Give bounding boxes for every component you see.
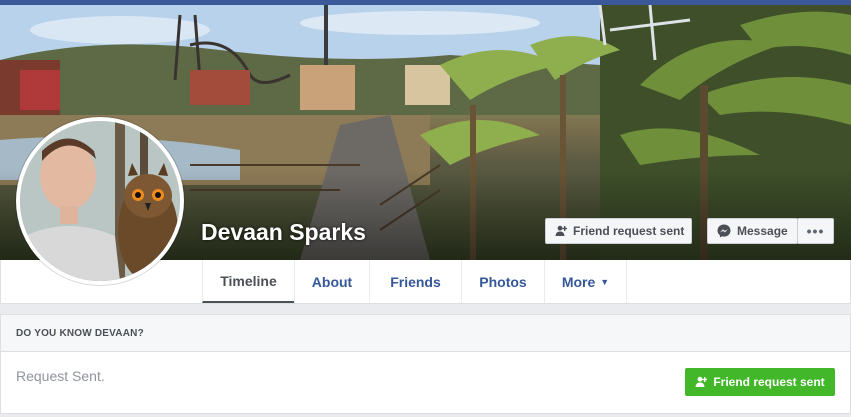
- tab-friends[interactable]: Friends: [369, 260, 461, 303]
- avatar-photo: [20, 121, 180, 281]
- card-header: DO YOU KNOW DEVAAN?: [1, 315, 850, 352]
- request-status-text: Request Sent.: [16, 368, 105, 384]
- tab-more[interactable]: More ▼: [544, 260, 627, 303]
- tab-more-label: More: [561, 273, 596, 290]
- person-add-icon: [555, 225, 567, 237]
- friend-request-sent-label: Friend request sent: [573, 224, 685, 238]
- card-body: Request Sent. Friend request sent: [1, 352, 850, 414]
- do-you-know-card: DO YOU KNOW DEVAAN? Request Sent. Friend…: [0, 314, 851, 414]
- profile-picture[interactable]: [16, 117, 184, 285]
- friend-request-sent-button[interactable]: Friend request sent: [545, 218, 692, 244]
- avatar: [20, 121, 180, 281]
- tab-about[interactable]: About: [294, 260, 369, 303]
- more-options-button[interactable]: •••: [797, 218, 834, 244]
- person-add-icon: [695, 376, 708, 388]
- profile-name[interactable]: Devaan Sparks: [201, 219, 366, 246]
- friend-request-sent-green-button[interactable]: Friend request sent: [685, 368, 835, 396]
- green-button-label: Friend request sent: [713, 375, 825, 389]
- message-label: Message: [737, 224, 788, 238]
- messenger-icon: [717, 224, 731, 238]
- caret-down-icon: ▼: [600, 276, 610, 287]
- tab-photos[interactable]: Photos: [461, 260, 544, 303]
- message-button[interactable]: Message: [707, 218, 798, 244]
- tab-timeline[interactable]: Timeline: [202, 260, 294, 303]
- profile-tabs: Timeline About Friends Photos More ▼: [202, 260, 627, 303]
- ellipsis-icon: •••: [806, 223, 825, 239]
